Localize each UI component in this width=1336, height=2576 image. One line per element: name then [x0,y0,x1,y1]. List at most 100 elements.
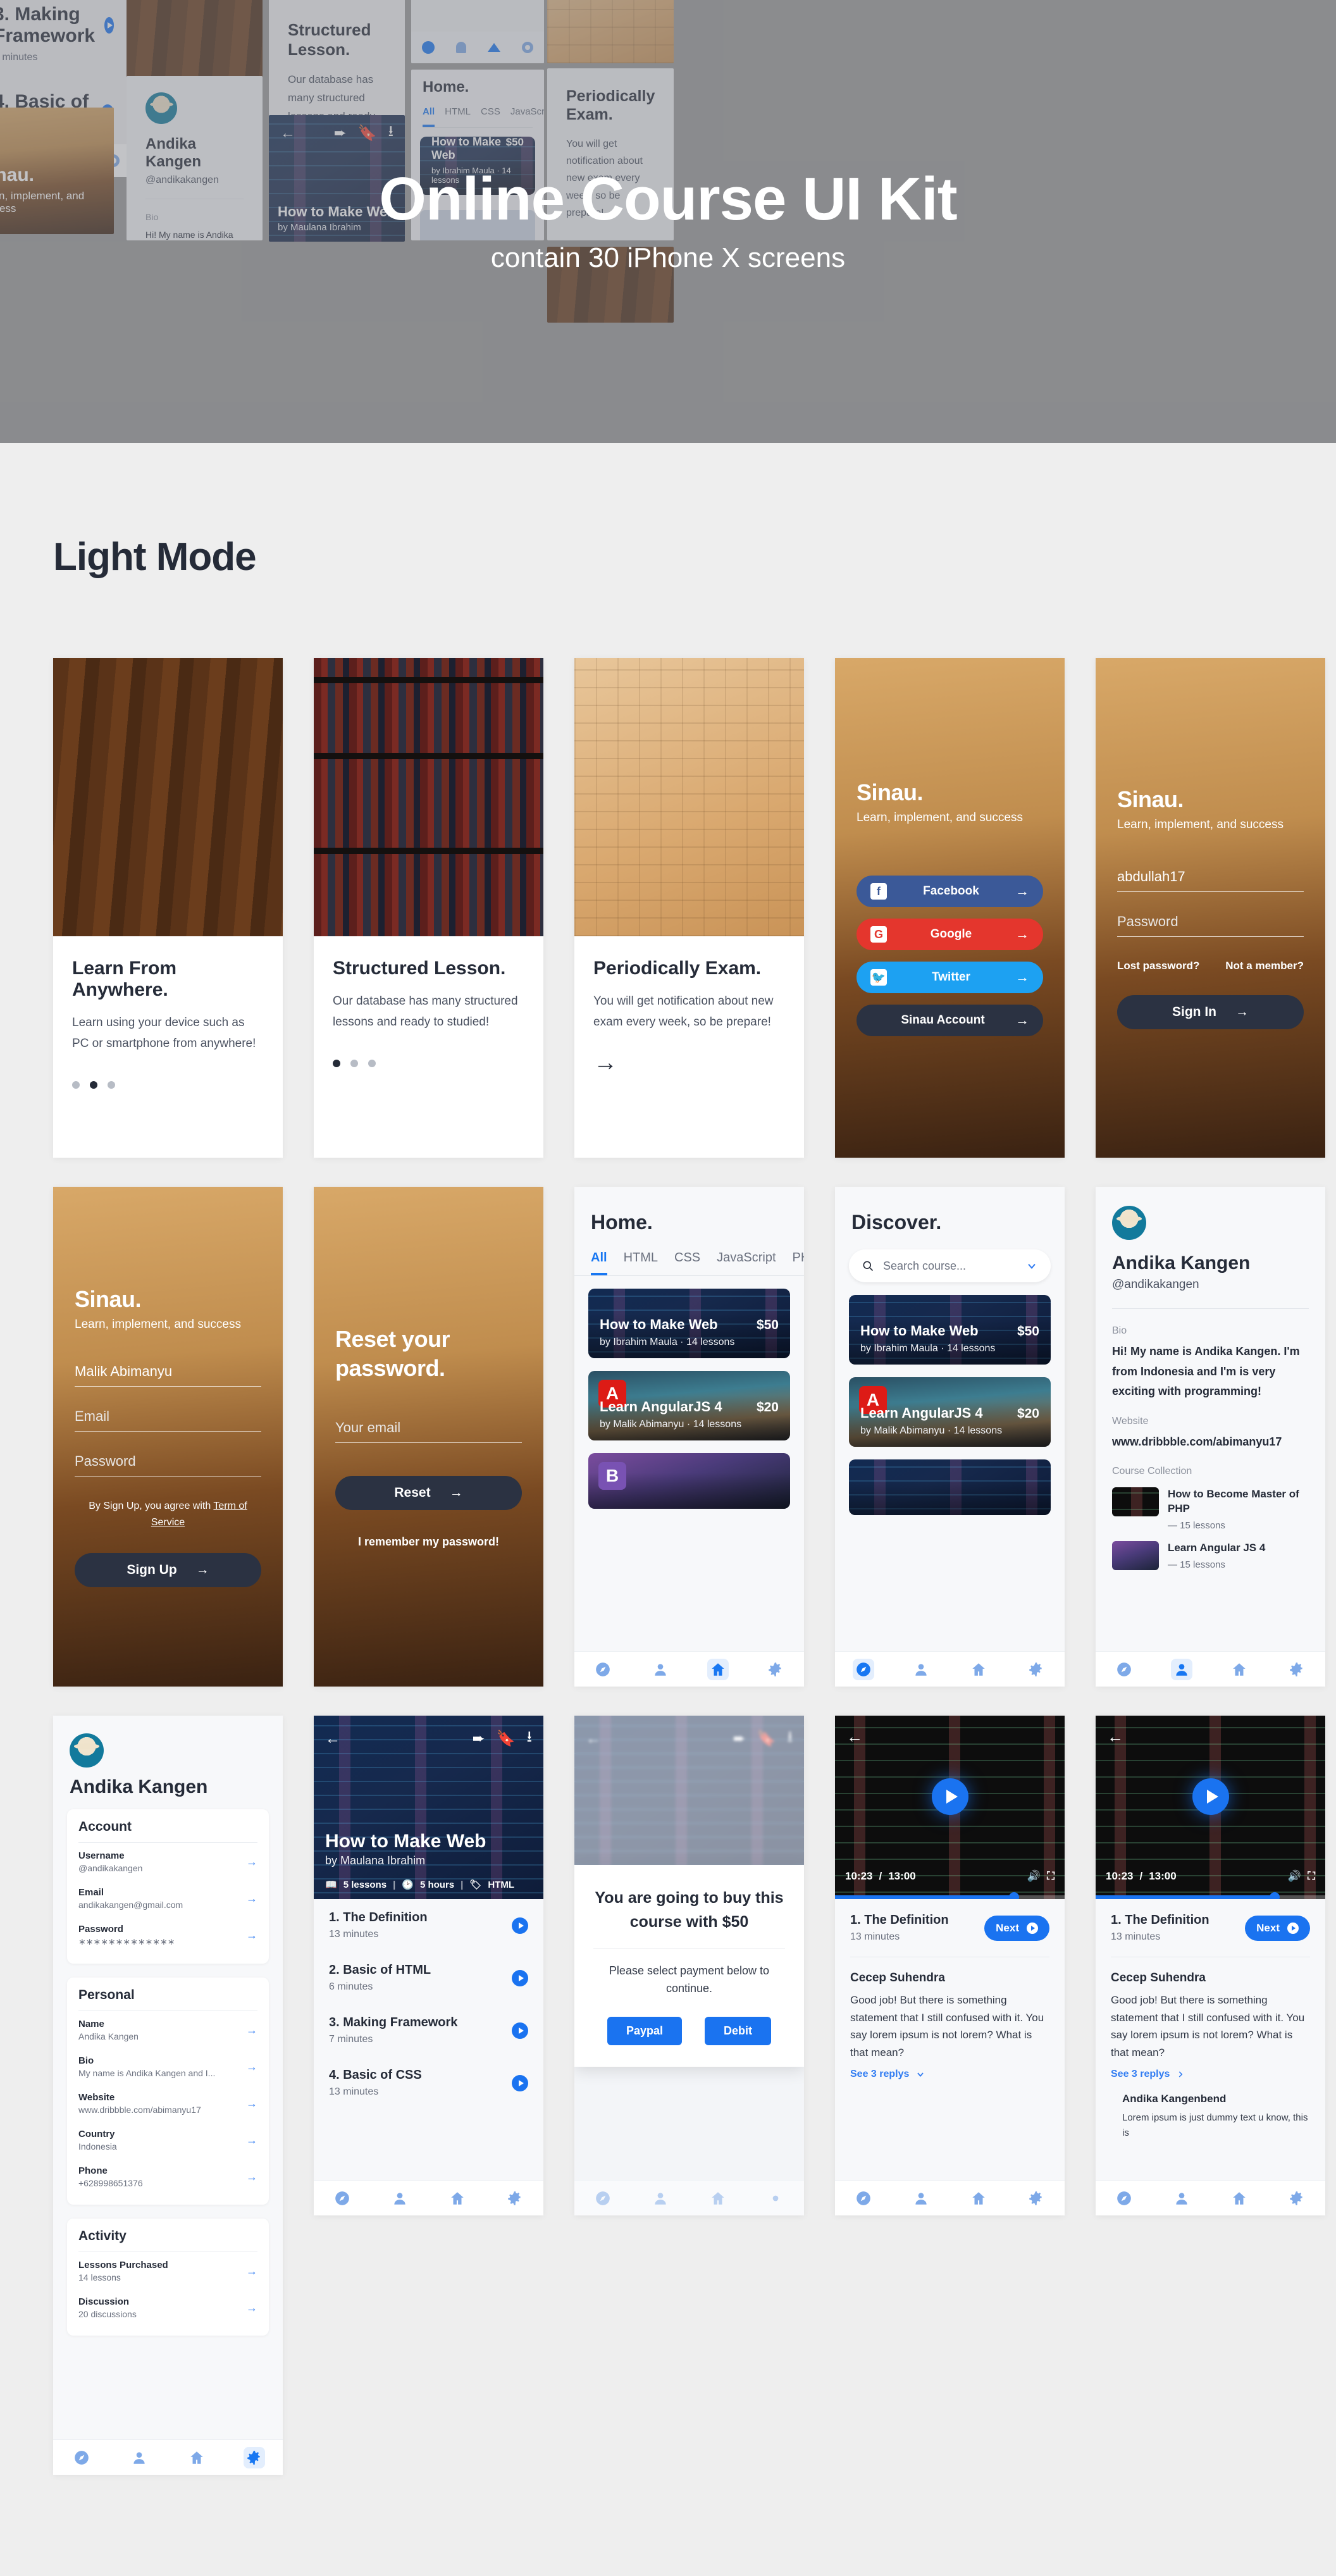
tabbar-discover[interactable] [1113,2188,1135,2209]
course-card[interactable]: How to Make Web $50 by Ibrahim Maula · 1… [849,1295,1051,1365]
settings-row[interactable]: Name Andika Kangen → [78,2011,257,2048]
play-icon[interactable] [512,1969,528,1986]
tabbar-home[interactable] [186,2447,207,2468]
course-card[interactable]: B [588,1453,790,1509]
tabbar-discover[interactable] [592,1659,614,1680]
course-card[interactable]: A Learn AngularJS 4 $20 by Malik Abimany… [588,1371,790,1440]
course-card[interactable] [849,1459,1051,1515]
tabbar-profile[interactable] [910,2188,932,2209]
lesson-row[interactable]: 2. Basic of HTML 6 minutes [314,1952,543,2004]
tab-php[interactable]: PHP [793,1251,804,1275]
twitter-login-button[interactable]: 🐦 Twitter → [857,962,1043,993]
tabbar-settings[interactable] [1286,2188,1308,2209]
settings-row[interactable]: Password ∗∗∗∗∗∗∗∗∗∗∗∗∗ → [78,1916,257,1954]
dot-3[interactable] [108,1081,115,1089]
tabbar-home[interactable] [968,1659,989,1680]
facebook-login-button[interactable]: f Facebook → [857,876,1043,907]
settings-row[interactable]: Email andikakangen@gmail.com → [78,1879,257,1916]
back-arrow-icon[interactable]: ← [846,1727,863,1747]
video-area[interactable]: ← 10:23 / 13:00 🔊 ⛶ [835,1716,1065,1899]
tabbar-settings[interactable] [243,2446,265,2468]
sign-in-button[interactable]: Sign In → [1117,995,1304,1029]
dot-3[interactable] [368,1059,376,1067]
email-field[interactable]: Your email [335,1420,522,1444]
sign-up-button[interactable]: Sign Up → [75,1553,261,1588]
paypal-button[interactable]: Paypal [607,2016,683,2045]
password-field[interactable]: Password [1117,913,1304,937]
tabbar-home[interactable] [1228,1659,1250,1680]
name-field[interactable]: Malik Abimanyu [75,1363,261,1387]
play-button[interactable] [931,1778,968,1815]
tabbar-discover[interactable] [853,2188,874,2209]
play-icon[interactable] [512,2074,528,2091]
back-arrow-icon[interactable]: ← [325,1730,340,1748]
tabbar-discover[interactable] [331,2188,353,2209]
chevron-down-icon[interactable] [1025,1260,1038,1272]
play-button[interactable] [1192,1778,1229,1815]
fullscreen-icon[interactable]: ⛶ [1308,1870,1315,1883]
dot-2[interactable] [350,1059,358,1067]
video-scrubber[interactable] [835,1892,1065,1899]
dot-1[interactable] [333,1059,340,1067]
lesson-row[interactable]: 1. The Definition 13 minutes [314,1899,543,1952]
username-field[interactable]: abdullah17 [1117,869,1304,892]
settings-row[interactable]: Bio My name is Andika Kangen and I... → [78,2048,257,2084]
search-input[interactable]: Search course... [883,1260,1017,1273]
bookmark-icon[interactable]: 🔖 [497,1730,516,1748]
download-icon[interactable]: ⭳ [527,1726,532,1752]
settings-row[interactable]: Discussion 20 discussions → [78,2289,257,2325]
see-replies-link[interactable]: See 3 replys [850,2069,1049,2080]
sinau-account-button[interactable]: Sinau Account → [857,1005,1043,1036]
tabbar-home[interactable] [1228,2188,1250,2209]
tabbar-settings[interactable] [1025,1659,1047,1680]
tab-javascript[interactable]: JavaScript [717,1251,776,1275]
tabbar-home[interactable] [707,1658,729,1680]
tabbar-home[interactable] [447,2188,468,2209]
debit-button[interactable]: Debit [705,2016,772,2045]
dot-2[interactable] [90,1081,97,1089]
tabbar-settings[interactable] [504,2188,526,2209]
tabbar-settings[interactable] [1286,1659,1308,1680]
settings-row[interactable]: Username @andikakangen → [78,1843,257,1879]
tab-css[interactable]: CSS [674,1251,700,1275]
video-scrubber[interactable] [1096,1892,1325,1899]
lesson-row[interactable]: 3. Making Framework 7 minutes [314,2004,543,2057]
tab-html[interactable]: HTML [624,1251,658,1275]
remember-password-link[interactable]: I remember my password! [335,1535,522,1549]
lesson-row[interactable]: 4. Basic of CSS 13 minutes [314,2057,543,2109]
email-field[interactable]: Email [75,1408,261,1432]
tabbar-profile[interactable] [650,1659,671,1680]
volume-icon[interactable]: 🔊 [1027,1870,1041,1883]
onboarding-dots-1[interactable] [72,1081,264,1089]
tabbar-profile[interactable] [389,2188,411,2209]
tabbar-settings[interactable] [1025,2188,1047,2209]
collection-item[interactable]: Learn Angular JS 4 — 15 lessons [1112,1540,1309,1570]
tabbar-discover[interactable] [71,2447,92,2468]
course-card[interactable]: A Learn AngularJS 4 $20 by Malik Abimany… [849,1377,1051,1447]
tabbar-home[interactable] [968,2188,989,2209]
play-icon[interactable] [512,1917,528,1934]
tabbar-discover[interactable] [853,1658,875,1680]
settings-row[interactable]: Country Indonesia → [78,2121,257,2158]
lost-password-link[interactable]: Lost password? [1117,960,1199,972]
course-card[interactable]: How to Make Web $50 by Ibrahim Maula · 1… [588,1289,790,1358]
back-arrow-icon[interactable]: ← [1107,1727,1123,1747]
search-bar[interactable]: Search course... [849,1249,1051,1282]
settings-row[interactable]: Lessons Purchased 14 lessons → [78,2252,257,2289]
next-button[interactable]: Next [984,1915,1049,1941]
settings-row[interactable]: Website www.dribbble.com/abimanyu17 → [78,2084,257,2121]
tabbar-discover[interactable] [1113,1659,1135,1680]
see-replies-link[interactable]: See 3 replys [1111,2069,1310,2080]
dot-1[interactable] [72,1081,80,1089]
password-field[interactable]: Password [75,1453,261,1477]
next-button[interactable]: Next [1245,1915,1310,1941]
video-area[interactable]: ← 10:23 / 13:00 🔊 ⛶ [1096,1716,1325,1899]
onboarding-dots-2[interactable] [333,1059,524,1067]
tabbar-profile[interactable] [1171,1658,1193,1680]
onboarding-next-arrow[interactable]: → [593,1050,785,1077]
google-login-button[interactable]: G Google → [857,919,1043,950]
not-a-member-link[interactable]: Not a member? [1225,960,1304,972]
tabbar-profile[interactable] [910,1659,932,1680]
tabbar-profile[interactable] [128,2447,150,2468]
tabbar-settings[interactable] [765,1659,786,1680]
